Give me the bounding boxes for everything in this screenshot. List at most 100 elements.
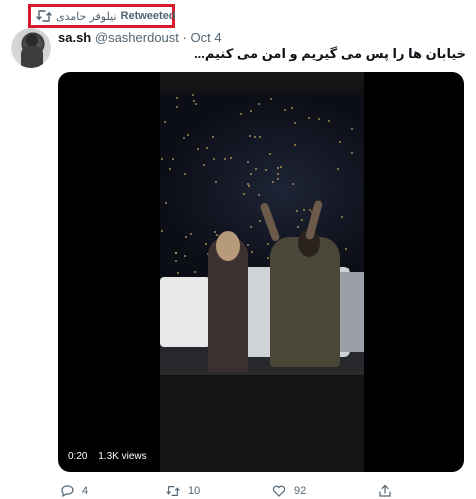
share-icon: [378, 484, 392, 498]
rain-drop: [254, 136, 256, 138]
rain-drop: [224, 158, 226, 160]
rain-drop: [294, 122, 296, 124]
rain-drop: [230, 157, 232, 159]
retweet-button[interactable]: 10: [166, 484, 200, 498]
rain-drop: [272, 181, 274, 183]
rain-drop: [175, 252, 177, 254]
video-overlay: 0:20 1.3K views: [68, 451, 155, 462]
retweet-count: 10: [188, 485, 201, 497]
rain-drop: [296, 210, 298, 212]
rain-drop: [269, 153, 271, 155]
tweet-actions: 4 10 92: [58, 484, 464, 498]
rain-drop: [280, 166, 282, 168]
tweet-header: sa.sh @sasherdoust · Oct 4: [58, 30, 222, 45]
rain-drop: [248, 185, 250, 187]
rain-drop: [175, 260, 177, 262]
rain-drop: [258, 194, 260, 196]
rain-drop: [206, 147, 208, 149]
person-right: [270, 229, 340, 367]
rain-drop: [250, 173, 252, 175]
rain-drop: [247, 183, 249, 185]
rain-drop: [176, 97, 178, 99]
rain-drop: [169, 168, 171, 170]
retweeted-by-banner[interactable]: نیلوفر حامدی Retweeted: [28, 4, 176, 28]
rain-drop: [161, 158, 163, 160]
rain-drop: [277, 167, 279, 169]
tweet-text: خیابان ها را پس می گیریم و امن می کنیم..…: [194, 46, 466, 61]
avatar[interactable]: [11, 28, 51, 68]
like-button[interactable]: 92: [272, 484, 306, 498]
rain-drop: [337, 168, 339, 170]
retweeted-label: Retweeted: [120, 10, 176, 22]
rain-drop: [292, 183, 294, 185]
rain-drop: [249, 135, 251, 137]
rain-drop: [277, 178, 279, 180]
tweet-date[interactable]: Oct 4: [191, 30, 222, 45]
rain-drop: [258, 103, 260, 105]
rain-drop: [297, 226, 299, 228]
share-button[interactable]: [378, 484, 400, 498]
rain-drop: [259, 220, 261, 222]
rain-drop: [250, 226, 252, 228]
rain-drop: [205, 243, 207, 245]
rain-drop: [192, 94, 194, 96]
rain-drop: [164, 121, 166, 123]
rain-drop: [284, 109, 286, 111]
display-name[interactable]: sa.sh: [58, 30, 91, 45]
rain-drop: [259, 136, 261, 138]
rain-drop: [172, 158, 174, 160]
rain-drop: [183, 137, 185, 139]
rain-drop: [301, 219, 303, 221]
rain-drop: [255, 168, 257, 170]
car-right: [336, 272, 364, 352]
rain-drop: [265, 169, 267, 171]
car-left: [160, 277, 210, 347]
rain-drop: [267, 257, 269, 259]
rain-drop: [251, 251, 253, 253]
rain-drop: [243, 193, 245, 195]
car-dashboard: [160, 372, 364, 472]
rain-drop: [351, 128, 353, 130]
reply-icon: [60, 484, 74, 498]
video-duration: 0:20: [68, 451, 88, 462]
heart-icon: [272, 484, 286, 498]
rain-drop: [345, 248, 347, 250]
video-frame: [160, 72, 364, 472]
rain-drop: [303, 209, 305, 211]
rain-drop: [250, 110, 252, 112]
rain-drop: [177, 272, 179, 274]
rain-drop: [247, 161, 249, 163]
rain-drop: [190, 233, 192, 235]
rain-drop: [308, 117, 310, 119]
person-left: [208, 231, 248, 377]
rain-drop: [270, 98, 272, 100]
rain-drop: [351, 152, 353, 154]
rain-drop: [195, 103, 197, 105]
rain-drop: [197, 148, 199, 150]
rain-drop: [212, 136, 214, 138]
rain-drop: [203, 164, 205, 166]
reply-count: 4: [82, 485, 89, 497]
rain-drop: [339, 141, 341, 143]
user-handle[interactable]: @sasherdoust: [95, 30, 179, 45]
rain-drop: [291, 107, 293, 109]
rain-drop: [214, 231, 216, 233]
rain-drop: [318, 118, 320, 120]
rain-drop: [184, 173, 186, 175]
video-views: 1.3K views: [98, 451, 147, 462]
like-count: 92: [294, 485, 307, 497]
rain-drop: [165, 202, 167, 204]
separator-dot: ·: [182, 30, 187, 45]
rain-drop: [277, 173, 279, 175]
video-player[interactable]: 0:20 1.3K views: [58, 72, 464, 472]
rain-drop: [185, 236, 187, 238]
retweeter-name[interactable]: نیلوفر حامدی: [56, 10, 117, 23]
rain-drop: [193, 100, 195, 102]
retweet-icon: [36, 9, 52, 23]
rain-drop: [294, 144, 296, 146]
reply-button[interactable]: 4: [60, 484, 88, 498]
rain-drop: [309, 209, 311, 211]
rain-drop: [194, 271, 196, 273]
rain-drop: [341, 216, 343, 218]
avatar-body: [21, 46, 43, 68]
